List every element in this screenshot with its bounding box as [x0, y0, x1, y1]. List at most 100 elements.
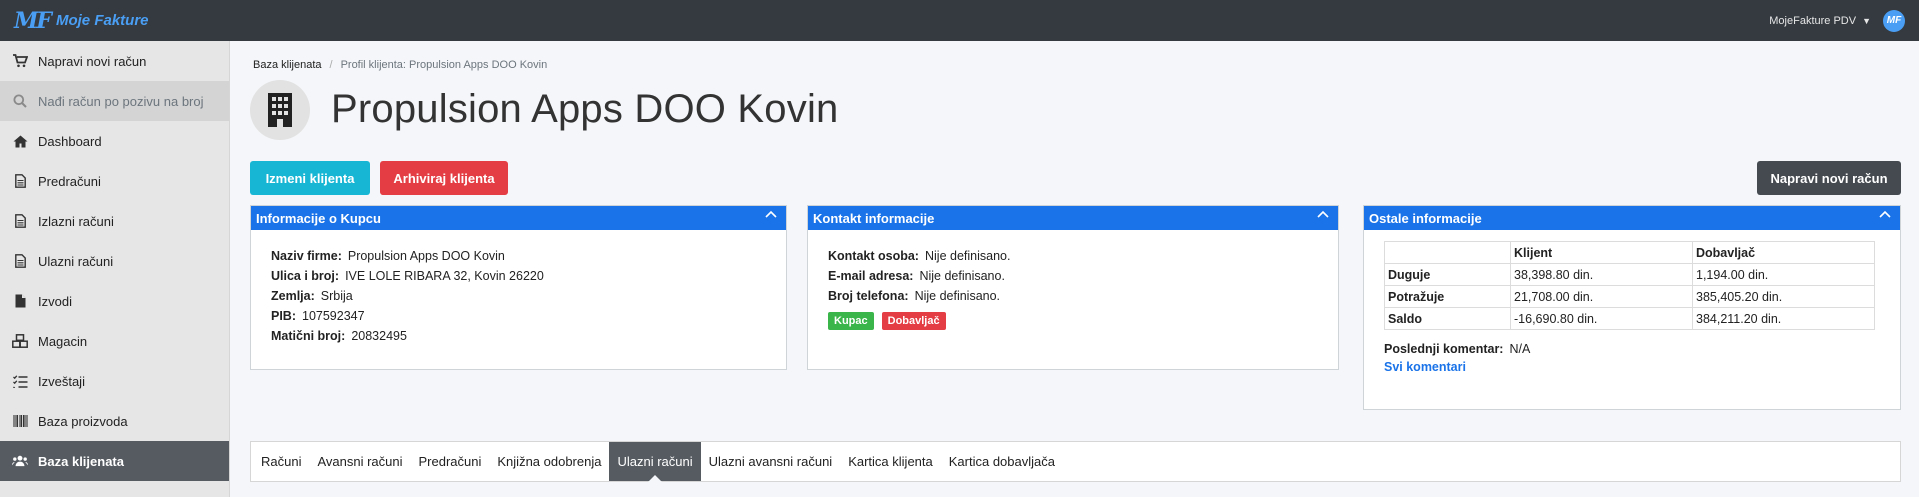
account-label: MojeFakture PDV [1769, 14, 1857, 27]
sidebar-item-label: Baza klijenata [38, 453, 124, 469]
info-value: Propulsion Apps DOO Kovin [347, 249, 505, 263]
card-body: Naziv firme: Propulsion Apps DOO Kovin Ul… [251, 230, 786, 346]
sidebar-item-label: Izlazni računi [38, 213, 114, 229]
table-cell: 21,708.00 din. [1510, 285, 1693, 308]
info-row: Zemlja: Srbija [271, 286, 766, 306]
customer-info-card: Informacije o Kupcu Naziv firme: Propulsi… [250, 205, 787, 370]
badge-kupac: Kupac [828, 312, 874, 330]
sidebar-item-new-invoice[interactable]: Napravi novi račun [0, 41, 229, 81]
table-cell: 385,405.20 din. [1692, 285, 1875, 308]
role-badges: Kupac Dobavljač [828, 312, 1318, 330]
sidebar-item-label: Dashboard [38, 133, 102, 149]
sidebar-item-dashboard[interactable]: Dashboard [0, 121, 229, 161]
last-comment-value: N/A [1509, 342, 1531, 356]
sidebar-item-label: Napravi novi račun [38, 53, 147, 69]
info-row: Ulica i broj: IVE LOLE RIBARA 32, Kovin 2… [271, 266, 766, 286]
info-value: Nije definisano. [914, 289, 1001, 303]
archive-client-button[interactable]: Arhiviraj klijenta [380, 161, 508, 195]
home-icon [12, 133, 28, 149]
tab-racuni[interactable]: Računi [253, 442, 309, 481]
card-title: Kontakt informacije [813, 210, 935, 226]
info-key: E-mail adresa: [828, 269, 914, 283]
sidebar-item-ulazni-racuni[interactable]: Ulazni računi [0, 241, 229, 281]
info-key: Naziv firme: [271, 249, 342, 263]
document-icon [12, 253, 28, 269]
file-icon [12, 293, 28, 309]
table-cell: 384,211.20 din. [1692, 307, 1875, 330]
page-title: Propulsion Apps DOO Kovin [331, 87, 839, 131]
table-row-label: Saldo [1384, 307, 1511, 330]
chevron-up-icon[interactable] [764, 208, 778, 222]
chevron-up-icon[interactable] [1878, 208, 1892, 222]
table-row-label: Duguje [1384, 263, 1511, 286]
info-row: Broj telefona: Nije definisano. [828, 286, 1318, 306]
document-icon [12, 173, 28, 189]
sidebar-item-baza-proizvoda[interactable]: Baza proizvoda [0, 401, 229, 441]
card-title: Informacije o Kupcu [256, 210, 381, 226]
info-value: 20832495 [351, 329, 407, 343]
caret-down-icon: ▼ [1862, 15, 1871, 26]
sidebar-item-label: Izvodi [38, 293, 72, 309]
info-row: Matični broj: 20832495 [271, 326, 766, 346]
building-icon [250, 80, 310, 140]
all-comments-link[interactable]: Svi komentari [1384, 358, 1900, 376]
info-key: Zemlja: [271, 289, 315, 303]
boxes-icon [12, 333, 28, 349]
edit-client-button[interactable]: Izmeni klijenta [250, 161, 370, 195]
document-icon [12, 213, 28, 229]
table-cell: -16,690.80 din. [1510, 307, 1693, 330]
tab-ulazni-avansni-racuni[interactable]: Ulazni avansni računi [701, 442, 841, 481]
info-value: IVE LOLE RIBARA 32, Kovin 26220 [345, 269, 544, 283]
table-header-cell: Klijent [1510, 241, 1693, 264]
info-value: Srbija [320, 289, 353, 303]
sidebar-item-baza-klijenata[interactable]: Baza klijenata [0, 441, 229, 481]
other-info-card: Ostale informacije Klijent Dobavljač Dug… [1363, 205, 1901, 410]
tab-predracuni[interactable]: Predračuni [411, 442, 490, 481]
sidebar-item-magacin[interactable]: Magacin [0, 321, 229, 361]
sidebar-item-predracuni[interactable]: Predračuni [0, 161, 229, 201]
table-cell: 38,398.80 din. [1510, 263, 1693, 286]
new-invoice-button[interactable]: Napravi novi račun [1757, 161, 1901, 195]
users-icon [12, 453, 28, 469]
card-header: Kontakt informacije [808, 206, 1338, 230]
table-header-cell: Dobavljač [1692, 241, 1875, 264]
info-key: Ulica i broj: [271, 269, 340, 283]
brand-logo[interactable]: MF Moje Fakture [0, 0, 230, 41]
last-comment-key: Poslednji komentar: [1384, 342, 1504, 356]
avatar[interactable]: MF [1883, 9, 1905, 32]
sidebar-search-invoice[interactable]: Nađi račun po pozivu na broj [0, 81, 229, 121]
brand-mark: MF [14, 7, 52, 34]
info-key: PIB: [271, 309, 296, 323]
account-menu[interactable]: MojeFakture PDV ▼ MF [1769, 9, 1919, 32]
tab-knjizna-odobrenja[interactable]: Knjižna odobrenja [489, 442, 609, 481]
sidebar-item-izvestaji[interactable]: Izveštaji [0, 361, 229, 401]
breadcrumb-current: Profil klijenta: Propulsion Apps DOO Kov… [340, 59, 548, 71]
tab-kartica-klijenta[interactable]: Kartica klijenta [840, 442, 941, 481]
brand-name: Moje Fakture [55, 12, 149, 29]
sidebar-item-izlazni-racuni[interactable]: Izlazni računi [0, 201, 229, 241]
info-row: PIB: 107592347 [271, 306, 766, 326]
breadcrumb-root[interactable]: Baza klijenata [253, 59, 322, 71]
table-header-cell [1384, 241, 1511, 264]
info-row: Kontakt osoba: Nije definisano. [828, 246, 1318, 266]
info-key: Matični broj: [271, 329, 346, 343]
info-value: Nije definisano. [924, 249, 1011, 263]
table-header-row: Klijent Dobavljač [1384, 241, 1875, 264]
info-row: E-mail adresa: Nije definisano. [828, 266, 1318, 286]
tab-kartica-dobavljaca[interactable]: Kartica dobavljača [941, 442, 1063, 481]
chevron-up-icon[interactable] [1316, 208, 1330, 222]
table-row: Duguje 38,398.80 din. 1,194.00 din. [1384, 263, 1875, 286]
card-header: Ostale informacije [1364, 206, 1900, 230]
badge-dobavljac: Dobavljač [881, 312, 946, 330]
tab-avansni-racuni[interactable]: Avansni računi [309, 442, 410, 481]
sidebar-item-label: Predračuni [38, 173, 101, 189]
card-header: Informacije o Kupcu [251, 206, 786, 230]
tab-ulazni-racuni[interactable]: Ulazni računi [609, 442, 701, 482]
last-comment: Poslednji komentar: N/A [1384, 340, 1900, 358]
table-row-label: Potražuje [1384, 285, 1511, 308]
sidebar-item-label: Ulazni računi [38, 253, 114, 269]
info-key: Broj telefona: [828, 289, 909, 303]
table-cell: 1,194.00 din. [1692, 263, 1875, 286]
table-row: Saldo -16,690.80 din. 384,211.20 din. [1384, 307, 1875, 330]
sidebar-item-izvodi[interactable]: Izvodi [0, 281, 229, 321]
